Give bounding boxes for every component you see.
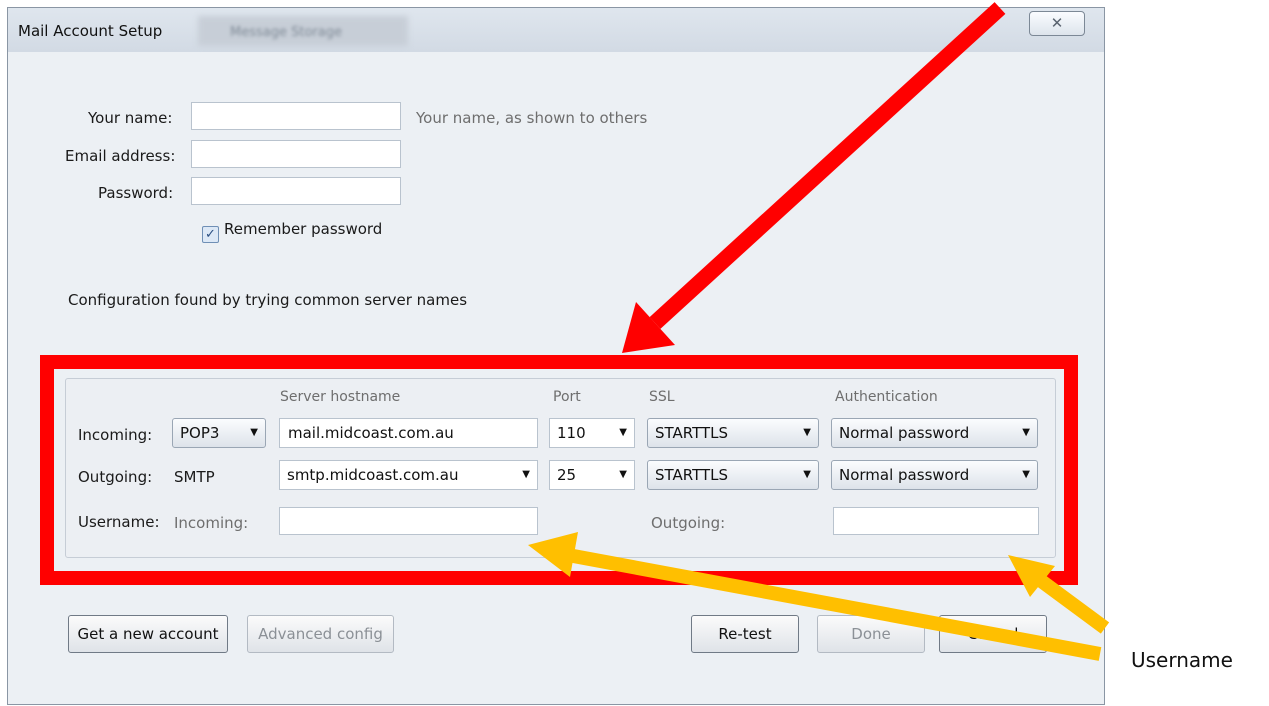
yellow-arrow-left [528,532,1102,661]
red-arrow [622,2,1006,353]
username-callout-text: Username [1131,648,1233,672]
annotation-arrows [528,2,1110,661]
yellow-arrow-right [1008,555,1110,634]
